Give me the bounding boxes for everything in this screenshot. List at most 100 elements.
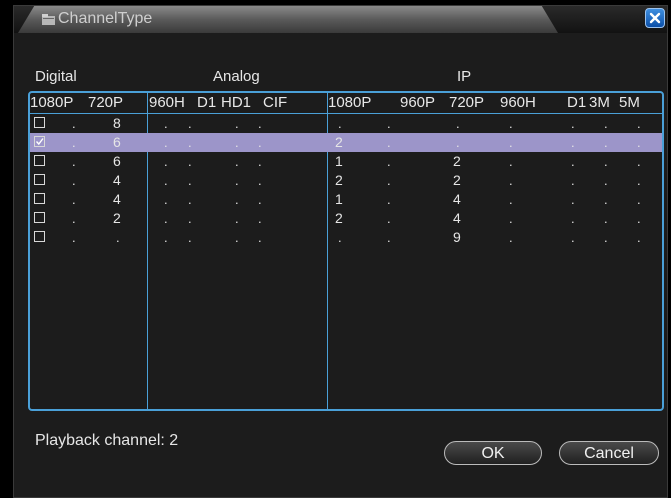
table-cell[interactable]: . (188, 133, 192, 152)
table-cell[interactable]: 1 (335, 190, 343, 209)
table-cell[interactable]: . (637, 133, 641, 152)
table-cell[interactable]: . (164, 133, 168, 152)
table-cell[interactable]: . (188, 114, 192, 133)
table-cell[interactable]: . (338, 114, 342, 133)
table-cell[interactable]: . (188, 152, 192, 171)
table-cell[interactable]: . (164, 114, 168, 133)
table-cell[interactable]: . (235, 133, 239, 152)
table-cell[interactable]: . (509, 133, 513, 152)
table-cell[interactable]: 2 (453, 171, 461, 190)
table-cell[interactable]: 1 (335, 152, 343, 171)
table-cell[interactable]: 4 (113, 171, 121, 190)
table-cell[interactable]: 2 (453, 152, 461, 171)
table-cell[interactable]: . (188, 209, 192, 228)
table-cell[interactable]: . (188, 171, 192, 190)
table-cell[interactable]: . (116, 228, 120, 247)
table-cell[interactable]: 6 (113, 152, 121, 171)
table-cell[interactable]: . (235, 190, 239, 209)
table-cell[interactable]: . (509, 152, 513, 171)
table-cell[interactable]: . (604, 114, 608, 133)
row-checkbox[interactable] (34, 212, 45, 223)
table-cell[interactable]: . (164, 152, 168, 171)
table-cell[interactable]: . (258, 190, 262, 209)
table-cell[interactable]: . (235, 152, 239, 171)
table-cell[interactable]: . (456, 133, 460, 152)
table-cell[interactable]: . (571, 190, 575, 209)
table-cell[interactable]: . (604, 133, 608, 152)
table-cell[interactable]: 6 (113, 133, 121, 152)
row-checkbox[interactable] (34, 136, 45, 147)
table-cell[interactable]: . (387, 209, 391, 228)
table-cell[interactable]: . (258, 152, 262, 171)
table-cell[interactable]: 8 (113, 114, 121, 133)
table-cell[interactable]: . (72, 171, 76, 190)
table-cell[interactable]: . (72, 228, 76, 247)
table-cell[interactable]: . (637, 171, 641, 190)
table-cell[interactable]: . (72, 190, 76, 209)
table-cell[interactable]: . (258, 228, 262, 247)
table-cell[interactable]: . (571, 209, 575, 228)
table-cell[interactable]: . (188, 190, 192, 209)
table-cell[interactable]: . (604, 190, 608, 209)
table-cell[interactable]: . (637, 190, 641, 209)
table-cell[interactable]: . (509, 171, 513, 190)
row-checkbox[interactable] (34, 174, 45, 185)
table-row[interactable]: . 6.... 2...... (30, 133, 662, 152)
table-row[interactable]: ........ 9.... (30, 228, 662, 247)
table-cell[interactable]: . (387, 114, 391, 133)
table-cell[interactable]: . (235, 209, 239, 228)
table-cell[interactable]: 2 (113, 209, 121, 228)
table-cell[interactable]: . (456, 114, 460, 133)
table-cell[interactable]: 2 (335, 171, 343, 190)
table-cell[interactable]: . (571, 152, 575, 171)
table-cell[interactable]: 2 (335, 209, 343, 228)
table-cell[interactable]: . (188, 228, 192, 247)
table-cell[interactable]: . (387, 133, 391, 152)
table-cell[interactable]: . (509, 190, 513, 209)
table-cell[interactable]: . (509, 228, 513, 247)
table-cell[interactable]: . (387, 171, 391, 190)
table-cell[interactable]: . (604, 228, 608, 247)
table-cell[interactable]: . (387, 152, 391, 171)
table-row[interactable]: . 4.... 2. 2.... (30, 171, 662, 190)
table-cell[interactable]: . (604, 171, 608, 190)
row-checkbox[interactable] (34, 117, 45, 128)
table-cell[interactable]: . (637, 152, 641, 171)
ok-button[interactable]: OK (444, 441, 542, 465)
table-cell[interactable]: . (637, 209, 641, 228)
table-cell[interactable]: . (235, 171, 239, 190)
table-cell[interactable]: . (604, 152, 608, 171)
close-button[interactable] (645, 8, 665, 28)
table-cell[interactable]: . (637, 114, 641, 133)
table-cell[interactable]: . (571, 228, 575, 247)
table-cell[interactable]: . (258, 209, 262, 228)
table-cell[interactable]: . (258, 171, 262, 190)
table-cell[interactable]: 4 (453, 209, 461, 228)
table-row[interactable]: . 6.... 1. 2.... (30, 152, 662, 171)
table-cell[interactable]: . (164, 209, 168, 228)
table-cell[interactable]: . (258, 133, 262, 152)
table-cell[interactable]: . (72, 152, 76, 171)
table-cell[interactable]: . (509, 114, 513, 133)
table-cell[interactable]: 9 (453, 228, 461, 247)
row-checkbox[interactable] (34, 231, 45, 242)
table-cell[interactable]: . (571, 114, 575, 133)
title-bar[interactable]: ChannelType (14, 6, 667, 33)
table-cell[interactable]: . (164, 228, 168, 247)
table-cell[interactable]: . (235, 228, 239, 247)
table-cell[interactable]: . (72, 209, 76, 228)
table-cell[interactable]: . (637, 228, 641, 247)
table-cell[interactable]: . (338, 228, 342, 247)
table-row[interactable]: . 2.... 2. 4.... (30, 209, 662, 228)
row-checkbox[interactable] (34, 155, 45, 166)
table-cell[interactable]: . (72, 114, 76, 133)
cancel-button[interactable]: Cancel (559, 441, 659, 465)
table-cell[interactable]: . (164, 171, 168, 190)
table-cell[interactable]: 4 (113, 190, 121, 209)
table-cell[interactable]: . (571, 171, 575, 190)
table-cell[interactable]: . (509, 209, 513, 228)
table-cell[interactable]: 2 (335, 133, 343, 152)
table-row[interactable]: . 4.... 1. 4.... (30, 190, 662, 209)
table-cell[interactable]: . (571, 133, 575, 152)
table-cell[interactable]: . (387, 228, 391, 247)
